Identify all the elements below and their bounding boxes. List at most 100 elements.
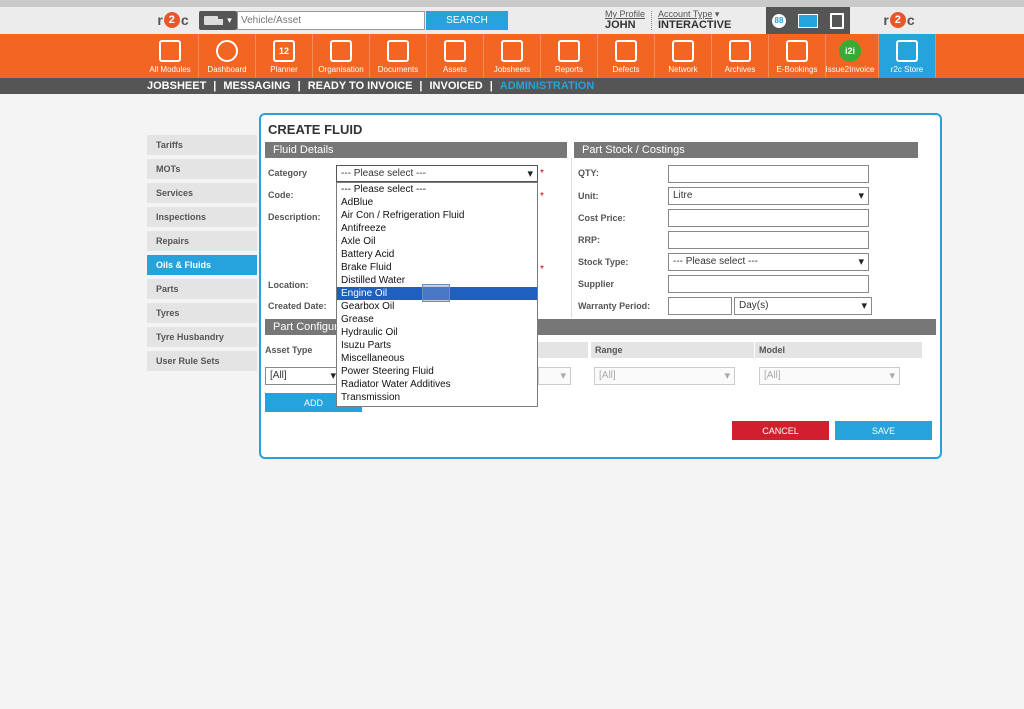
header-icon-group: 88	[766, 7, 850, 34]
vehicle-search-input[interactable]	[237, 11, 425, 30]
nav-organisation[interactable]: Organisation	[313, 34, 370, 78]
nav-label: Assets	[442, 65, 467, 74]
unit-label: Unit:	[578, 191, 599, 201]
nav-network[interactable]: Network	[655, 34, 712, 78]
dropdown-option[interactable]: Air Con / Refrigeration Fluid	[337, 209, 537, 222]
make-select[interactable]	[538, 367, 571, 385]
account-type-block[interactable]: Account Type ▾ INTERACTIVE	[658, 9, 731, 31]
rrp-input[interactable]	[668, 231, 869, 249]
grid-header-range: Range	[591, 342, 754, 358]
sidebar-item-inspections[interactable]: Inspections	[147, 207, 257, 227]
nav-issue2invoice[interactable]: i2i Issue2Invoice	[822, 34, 879, 78]
nav-label: Network	[668, 65, 698, 74]
cost-price-input[interactable]	[668, 209, 869, 227]
warranty-period-input[interactable]	[668, 297, 732, 315]
sidebar-item-user-rule-sets[interactable]: User Rule Sets	[147, 351, 257, 371]
r2c-logo-left[interactable]: r 2 c	[149, 11, 197, 29]
nav-e-bookings[interactable]: E-Bookings	[769, 34, 826, 78]
sidebar-item-tyres[interactable]: Tyres	[147, 303, 257, 323]
nav-reports[interactable]: Reports	[541, 34, 598, 78]
truck-icon	[444, 40, 466, 62]
code-label: Code:	[268, 190, 294, 200]
profile-name: JOHN	[605, 19, 636, 31]
gauge-icon	[216, 40, 238, 62]
part-stock-header: Part Stock / Costings	[574, 142, 918, 158]
sidebar-item-repairs[interactable]: Repairs	[147, 231, 257, 251]
dropdown-option[interactable]: Grease	[337, 313, 537, 326]
asset-type-select[interactable]: [All]	[265, 367, 341, 385]
subnav-invoiced[interactable]: INVOICED	[430, 78, 483, 94]
r2c-logo-right: r 2 c	[875, 11, 923, 29]
nav-assets[interactable]: Assets	[427, 34, 484, 78]
category-label: Category	[268, 168, 308, 178]
nav-defects[interactable]: Defects	[598, 34, 655, 78]
required-marker: *	[540, 264, 544, 275]
sidebar-item-services[interactable]: Services	[147, 183, 257, 203]
supplier-input[interactable]	[668, 275, 869, 293]
cost-price-label: Cost Price:	[578, 213, 626, 223]
subnav-messaging[interactable]: MESSAGING	[223, 78, 290, 94]
logout-icon[interactable]	[830, 12, 844, 29]
required-marker: *	[540, 168, 544, 179]
sidebar-item-oils-fluids[interactable]: Oils & Fluids	[147, 255, 257, 275]
category-select[interactable]: --- Please select ---	[336, 165, 538, 182]
sidebar-item-tariffs[interactable]: Tariffs	[147, 135, 257, 155]
subnav-administration[interactable]: ADMINISTRATION	[500, 78, 595, 94]
nav-label: E-Bookings	[776, 65, 818, 74]
dropdown-option[interactable]: Axle Oil	[337, 235, 537, 248]
notification-badge[interactable]: 88	[772, 13, 786, 28]
search-button[interactable]: SEARCH	[426, 11, 508, 30]
nav-planner[interactable]: 12 Planner	[256, 34, 313, 78]
sidebar-item-mots[interactable]: MOTs	[147, 159, 257, 179]
nav-jobsheets[interactable]: Jobsheets	[484, 34, 541, 78]
stock-type-select[interactable]: --- Please select ---	[668, 253, 869, 271]
browser-top-strip	[0, 0, 1024, 7]
nav-label: Jobsheets	[493, 65, 531, 74]
nav-all-modules[interactable]: All Modules	[142, 34, 199, 78]
dropdown-option[interactable]: Battery Acid	[337, 248, 537, 261]
dropdown-option[interactable]: AdBlue	[337, 196, 537, 209]
dropdown-option[interactable]: Isuzu Parts	[337, 339, 537, 352]
range-select[interactable]: [All]	[594, 367, 735, 385]
subnav-jobsheet[interactable]: JOBSHEET	[147, 78, 206, 94]
nav-archives[interactable]: Archives	[712, 34, 769, 78]
dropdown-option[interactable]: Radiator Water Additives	[337, 378, 537, 391]
logo-circle: 2	[889, 12, 906, 28]
mail-icon[interactable]	[798, 13, 818, 28]
account-type-link[interactable]: Account Type	[658, 9, 712, 19]
tools-icon	[501, 40, 523, 62]
dropdown-option[interactable]: Transmission	[337, 391, 537, 404]
dropdown-option[interactable]: Miscellaneous	[337, 352, 537, 365]
nav-dashboard[interactable]: Dashboard	[199, 34, 256, 78]
nav-r2c-store[interactable]: r2c Store	[879, 34, 936, 78]
location-label: Location:	[268, 280, 309, 290]
subnav-separator: |	[489, 80, 493, 92]
qty-input[interactable]	[668, 165, 869, 183]
truck-icon	[204, 16, 224, 25]
rrp-label: RRP:	[578, 235, 600, 245]
stock-type-label: Stock Type:	[578, 257, 629, 267]
dropdown-option[interactable]: Brake Fluid	[337, 261, 537, 274]
subnav-ready-to-invoice[interactable]: READY TO INVOICE	[308, 78, 413, 94]
dropdown-option[interactable]: Antifreeze	[337, 222, 537, 235]
nav-label: Planner	[270, 65, 298, 74]
unit-select[interactable]: Litre	[668, 187, 869, 205]
dropdown-option[interactable]: --- Please select ---	[337, 183, 537, 196]
sidebar-item-tyre-husbandry[interactable]: Tyre Husbandry	[147, 327, 257, 347]
model-select[interactable]: [All]	[759, 367, 900, 385]
vehicle-type-selector[interactable]: ▾	[199, 11, 237, 30]
save-button[interactable]: SAVE	[835, 421, 932, 440]
laptop-icon	[786, 40, 808, 62]
dropdown-option[interactable]: Power Steering Fluid	[337, 365, 537, 378]
cancel-button[interactable]: CANCEL	[732, 421, 829, 440]
warranty-unit-select[interactable]: Day(s)	[734, 297, 872, 315]
nav-label: r2c Store	[890, 65, 924, 74]
column-divider	[571, 158, 572, 318]
nav-documents[interactable]: Documents	[370, 34, 427, 78]
dropdown-option[interactable]: Hydraulic Oil	[337, 326, 537, 339]
description-label: Description:	[268, 212, 321, 222]
profile-block[interactable]: My Profile JOHN	[605, 9, 645, 31]
sidebar-item-parts[interactable]: Parts	[147, 279, 257, 299]
warning-icon	[615, 40, 637, 62]
chevron-down-icon: ▾	[227, 15, 232, 25]
